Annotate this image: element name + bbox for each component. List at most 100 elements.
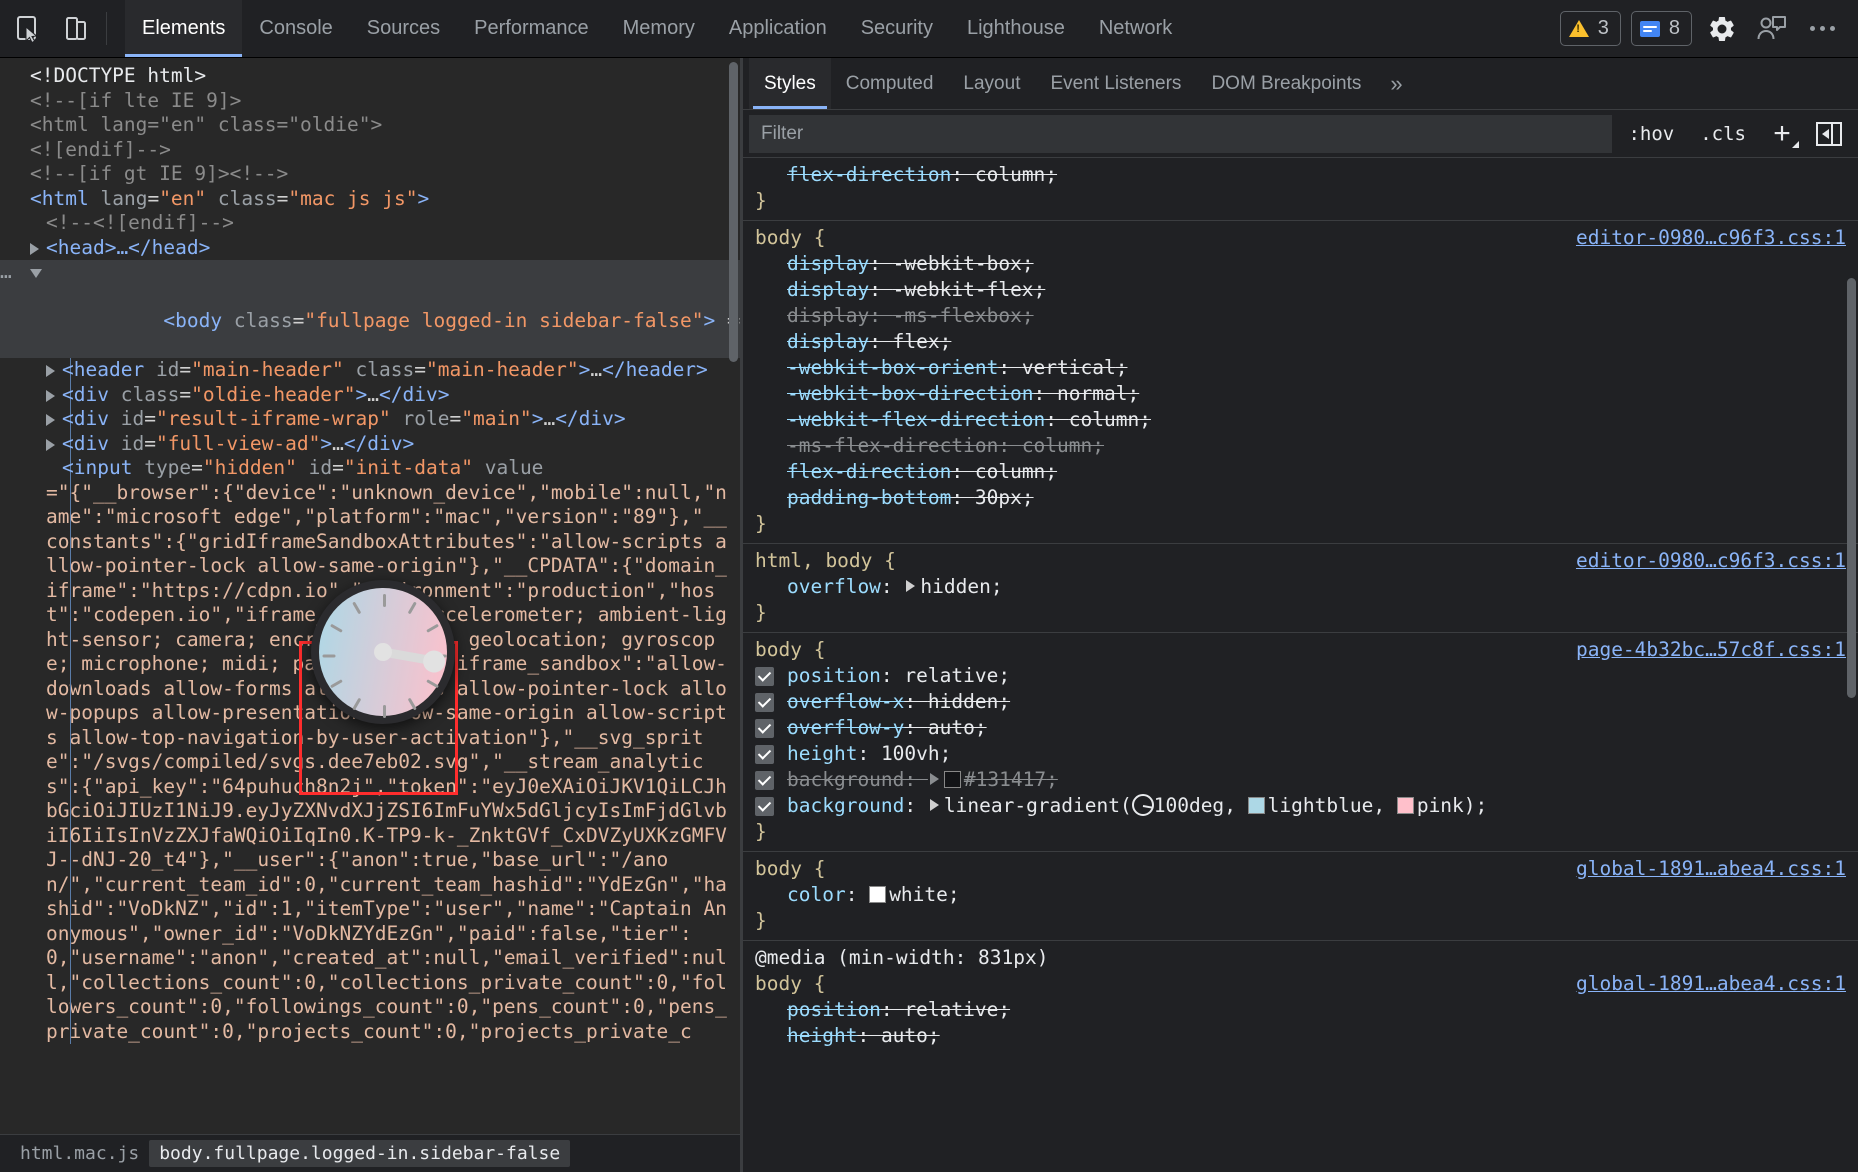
declaration-checkbox[interactable]	[755, 745, 774, 764]
tab-memory[interactable]: Memory	[606, 0, 712, 57]
declaration-padding-bottom[interactable]: padding-bottom: 30px;	[743, 485, 1858, 511]
dom-row-comment-3[interactable]: <![endif]-->	[0, 138, 740, 163]
declaration-checkbox[interactable]	[755, 771, 774, 790]
declaration-webkit-box-direction[interactable]: -webkit-box-direction: normal;	[743, 381, 1858, 407]
declaration-overflow[interactable]: overflow: hidden;	[743, 574, 1858, 600]
color-swatch-pink[interactable]	[1397, 797, 1414, 814]
declaration-background-gradient[interactable]: background: linear-gradient(100deg, ligh…	[743, 793, 1858, 819]
rule-selector[interactable]: body {	[755, 637, 825, 663]
declaration-webkit-box-orient[interactable]: -webkit-box-orient: vertical;	[743, 355, 1858, 381]
collapse-triangle-body-icon[interactable]	[30, 269, 42, 278]
tab-console[interactable]: Console	[242, 0, 349, 57]
declaration-checkbox[interactable]	[755, 667, 774, 686]
dom-row-oldie-header[interactable]: <div class="oldie-header">…</div>	[0, 383, 740, 408]
declaration-display-webkit-flex[interactable]: display: -webkit-flex;	[743, 277, 1858, 303]
tab-security[interactable]: Security	[844, 0, 950, 57]
inspect-cursor-icon[interactable]	[6, 6, 52, 52]
tab-layout[interactable]: Layout	[948, 58, 1035, 109]
expand-value-triangle-icon[interactable]	[930, 799, 939, 811]
expand-triangle-ad-icon[interactable]	[46, 439, 55, 451]
gradient-color-end[interactable]: pink	[1417, 794, 1464, 817]
tab-lighthouse[interactable]: Lighthouse	[950, 0, 1082, 57]
device-toolbar-icon[interactable]	[54, 6, 100, 52]
dom-row-body-selected[interactable]: … <body class="fullpage logged-in sideba…	[0, 260, 740, 358]
declaration-webkit-flex-direction[interactable]: -webkit-flex-direction: column;	[743, 407, 1858, 433]
declaration-position[interactable]: position: relative;	[743, 663, 1858, 689]
styles-rules-list[interactable]: flex-direction: column; } body { editor-…	[743, 158, 1858, 1172]
stylesheet-source-link[interactable]: global-1891…abea4.css:1	[1560, 856, 1846, 882]
search-input[interactable]	[749, 115, 1612, 153]
declaration-ms-flex-direction[interactable]: -ms-flex-direction: column;	[743, 433, 1858, 459]
declaration-flex-direction[interactable]: flex-direction: column;	[743, 162, 1858, 188]
gradient-angle-value[interactable]: 100deg	[1154, 794, 1224, 817]
expand-triangle-oldie-icon[interactable]	[46, 390, 55, 402]
declaration-checkbox[interactable]	[755, 719, 774, 738]
declaration-background-hex[interactable]: background: #131417;	[743, 767, 1858, 793]
expand-triangle-header-icon[interactable]	[46, 365, 55, 377]
rule-selector[interactable]: body {	[755, 225, 825, 251]
rule-selector[interactable]: html, body {	[755, 548, 896, 574]
styles-scrollbar[interactable]	[1844, 158, 1858, 1172]
angle-dial-face[interactable]	[319, 588, 447, 716]
color-swatch-lightblue[interactable]	[1248, 797, 1265, 814]
dom-row-comment-1[interactable]: <!--[if lte IE 9]>	[0, 89, 740, 114]
expand-triangle-result-icon[interactable]	[46, 414, 55, 426]
declaration-checkbox[interactable]	[755, 693, 774, 712]
angle-picker-icon[interactable]	[1132, 794, 1154, 816]
hov-toggle-button[interactable]: :hov	[1618, 118, 1684, 150]
tab-network[interactable]: Network	[1082, 0, 1189, 57]
tab-elements[interactable]: Elements	[125, 0, 242, 57]
dom-row-full-view-ad[interactable]: <div id="full-view-ad">…</div>	[0, 432, 740, 457]
color-swatch-white[interactable]	[869, 886, 886, 903]
gear-icon[interactable]	[1702, 9, 1742, 49]
tab-dom-breakpoints[interactable]: DOM Breakpoints	[1196, 58, 1376, 109]
chevron-double-right-icon[interactable]: »	[1376, 58, 1416, 109]
expand-value-triangle-icon[interactable]	[906, 580, 915, 592]
dom-row-doctype[interactable]: <!DOCTYPE html>	[0, 64, 740, 89]
color-swatch[interactable]	[944, 771, 961, 788]
tab-sources[interactable]: Sources	[350, 0, 457, 57]
feedback-person-icon[interactable]	[1752, 9, 1792, 49]
scrollbar-thumb[interactable]	[1847, 278, 1856, 698]
stylesheet-source-link[interactable]: editor-0980…c96f3.css:1	[1560, 548, 1846, 574]
declaration-display-ms-flexbox[interactable]: display: -ms-flexbox;	[743, 303, 1858, 329]
declaration-overflow-y[interactable]: overflow-y: auto;	[743, 715, 1858, 741]
dom-row-head[interactable]: <head>…</head>	[0, 236, 740, 261]
tab-computed[interactable]: Computed	[831, 58, 949, 109]
breadcrumb-item-html[interactable]: html.mac.js	[10, 1140, 149, 1167]
warning-count-badge[interactable]: 3	[1560, 11, 1621, 46]
message-count-badge[interactable]: 8	[1631, 11, 1692, 46]
stylesheet-source-link[interactable]: global-1891…abea4.css:1	[1560, 971, 1846, 997]
declaration-overflow-x[interactable]: overflow-x: hidden;	[743, 689, 1858, 715]
dom-row-comment-5[interactable]: <!--<![endif]-->	[0, 211, 740, 236]
dom-row-comment-4[interactable]: <!--[if gt IE 9]><!-->	[0, 162, 740, 187]
stylesheet-source-link[interactable]: editor-0980…c96f3.css:1	[1560, 225, 1846, 251]
rule-selector[interactable]: body {	[755, 856, 825, 882]
stylesheet-source-link[interactable]: page-4b32bc…57c8f.css:1	[1560, 637, 1846, 663]
declaration-display-webkit-box[interactable]: display: -webkit-box;	[743, 251, 1858, 277]
dom-row-init-data-input[interactable]: <input type="hidden" id="init-data" valu…	[0, 456, 740, 481]
declaration-flex-direction-column[interactable]: flex-direction: column;	[743, 459, 1858, 485]
new-style-rule-button[interactable]: +	[1762, 117, 1802, 151]
toggle-sidebar-button[interactable]	[1810, 118, 1848, 150]
declaration-height[interactable]: height: 100vh;	[743, 741, 1858, 767]
declaration-display-flex[interactable]: display: flex;	[743, 329, 1858, 355]
declaration-media-position[interactable]: position: relative;	[743, 997, 1858, 1023]
cls-toggle-button[interactable]: .cls	[1690, 118, 1756, 150]
expand-triangle-head-icon[interactable]	[30, 243, 39, 255]
breadcrumb-item-body[interactable]: body.fullpage.logged-in.sidebar-false	[149, 1140, 570, 1167]
declaration-media-height[interactable]: height: auto;	[743, 1023, 1858, 1049]
more-options-icon[interactable]	[1802, 9, 1842, 49]
scrollbar-thumb[interactable]	[729, 62, 738, 362]
dom-tree-scrollbar[interactable]	[726, 58, 740, 1172]
declaration-color[interactable]: color: white;	[743, 882, 1858, 908]
rule-selector[interactable]: body {	[755, 971, 825, 997]
tab-event-listeners[interactable]: Event Listeners	[1035, 58, 1196, 109]
tab-performance[interactable]: Performance	[457, 0, 606, 57]
tab-styles[interactable]: Styles	[749, 58, 831, 109]
expand-value-triangle-icon[interactable]	[930, 773, 939, 785]
gradient-color-start[interactable]: lightblue	[1268, 794, 1374, 817]
declaration-checkbox[interactable]	[755, 797, 774, 816]
dom-row-comment-2[interactable]: <html lang="en" class="oldie">	[0, 113, 740, 138]
tab-application[interactable]: Application	[712, 0, 844, 57]
